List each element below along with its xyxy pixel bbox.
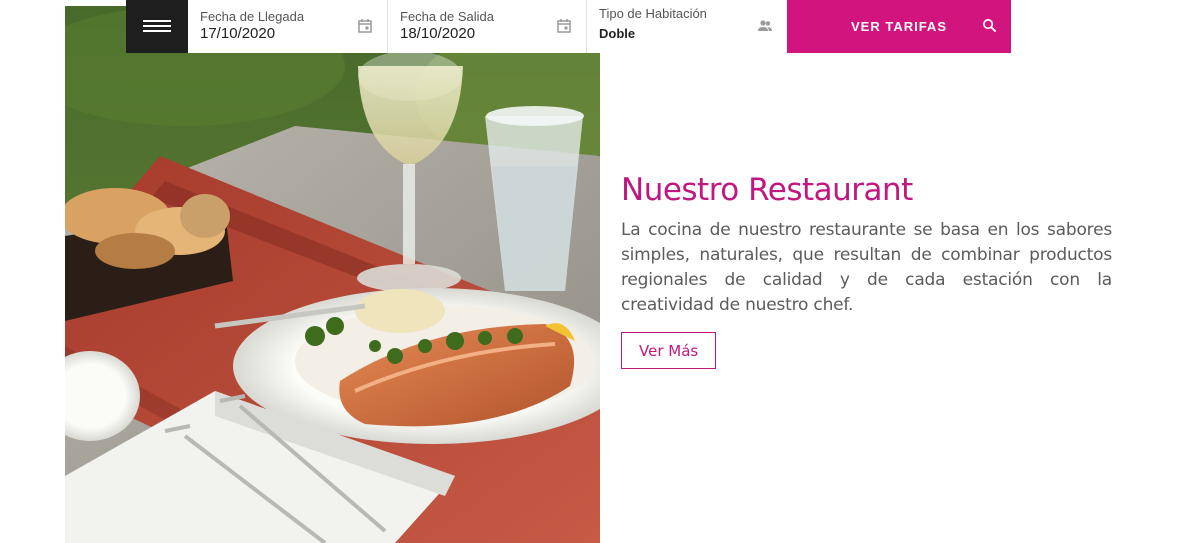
view-rates-label: VER TARIFAS: [851, 19, 947, 34]
room-type-field[interactable]: Tipo de Habitación Doble: [587, 0, 787, 53]
hamburger-menu-icon: [143, 20, 171, 33]
people-icon[interactable]: [757, 18, 773, 34]
see-more-button[interactable]: Ver Más: [621, 332, 717, 369]
restaurant-photo: [65, 6, 600, 543]
view-rates-button[interactable]: VER TARIFAS: [787, 0, 1011, 53]
departure-date-field[interactable]: Fecha de Salida 18/10/2020: [388, 0, 587, 53]
section-description: La cocina de nuestro restaurante se basa…: [621, 220, 1112, 315]
arrival-date-field[interactable]: Fecha de Llegada 17/10/2020: [188, 0, 388, 53]
booking-bar: Fecha de Llegada 17/10/2020 Fecha de Sal…: [126, 0, 1011, 53]
section-title: Nuestro Restaurant: [621, 172, 913, 208]
calendar-icon[interactable]: [556, 18, 572, 34]
menu-button[interactable]: [126, 0, 188, 53]
restaurant-section: Nuestro Restaurant La cocina de nuestro …: [621, 170, 1112, 369]
calendar-icon[interactable]: [357, 18, 373, 34]
search-icon: [983, 19, 997, 33]
